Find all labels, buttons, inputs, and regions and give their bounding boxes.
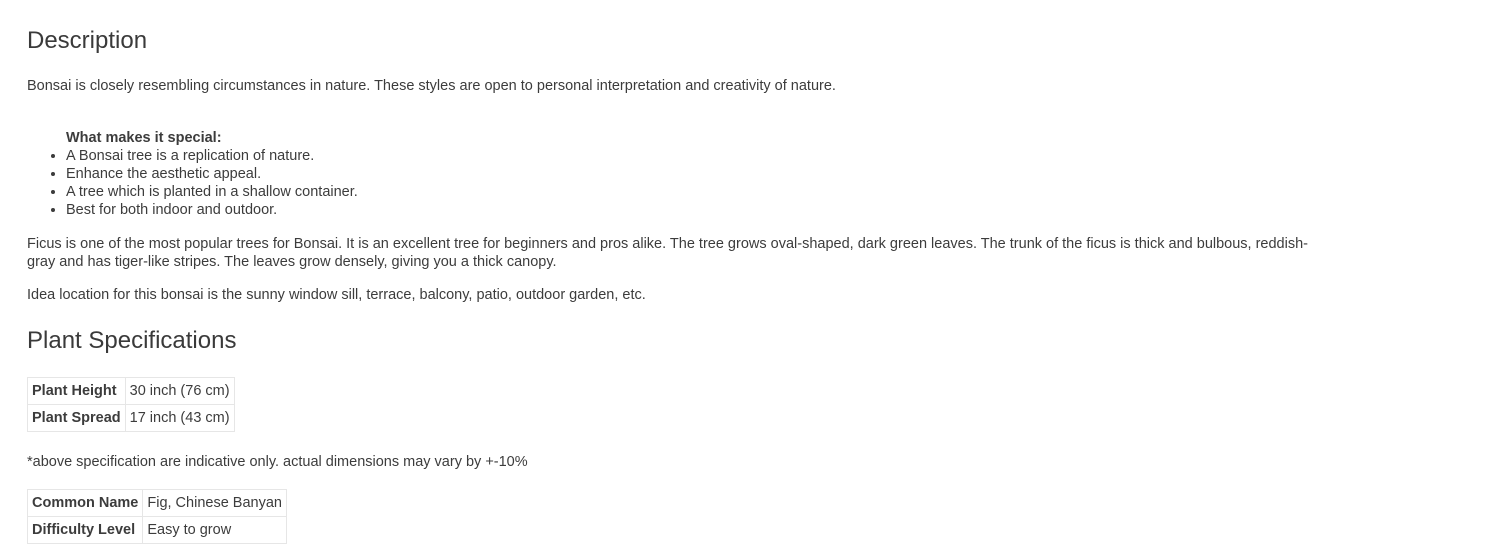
- ideal-location-text: Idea location for this bonsai is the sun…: [27, 287, 646, 303]
- spec-key: Difficulty Level: [26, 516, 144, 544]
- special-features-list: A Bonsai tree is a replication of nature…: [27, 147, 358, 219]
- list-item: A Bonsai tree is a replication of nature…: [66, 147, 358, 165]
- plant-info-table: Common Name Fig, Chinese Banyan Difficul…: [26, 489, 287, 544]
- description-intro-text: Bonsai is closely resembling circumstanc…: [27, 78, 836, 94]
- table-row: Plant Height 30 inch (76 cm): [27, 377, 235, 405]
- list-item: Best for both indoor and outdoor.: [66, 201, 358, 219]
- spec-value: 17 inch (43 cm): [124, 404, 235, 432]
- list-item: A tree which is planted in a shallow con…: [66, 183, 358, 201]
- special-features-title: What makes it special:: [66, 130, 222, 146]
- spec-disclaimer-text: *above specification are indicative only…: [27, 454, 528, 470]
- ficus-description-text: Ficus is one of the most popular trees f…: [27, 236, 1308, 270]
- table-row: Difficulty Level Easy to grow: [26, 516, 287, 544]
- spec-key: Plant Height: [27, 377, 126, 405]
- list-item: Enhance the aesthetic appeal.: [66, 165, 358, 183]
- spec-value: 30 inch (76 cm): [124, 377, 235, 405]
- spec-value: Easy to grow: [142, 516, 287, 544]
- table-row: Plant Spread 17 inch (43 cm): [27, 404, 235, 432]
- description-heading: Description: [27, 27, 148, 54]
- spec-key: Plant Spread: [27, 404, 126, 432]
- spec-value: Fig, Chinese Banyan: [142, 489, 287, 517]
- spec-key: Common Name: [26, 489, 144, 517]
- special-features-block: What makes it special: A Bonsai tree is …: [27, 129, 358, 219]
- size-spec-table: Plant Height 30 inch (76 cm) Plant Sprea…: [27, 377, 235, 432]
- plant-specifications-heading: Plant Specifications: [27, 327, 237, 354]
- table-row: Common Name Fig, Chinese Banyan: [26, 489, 287, 517]
